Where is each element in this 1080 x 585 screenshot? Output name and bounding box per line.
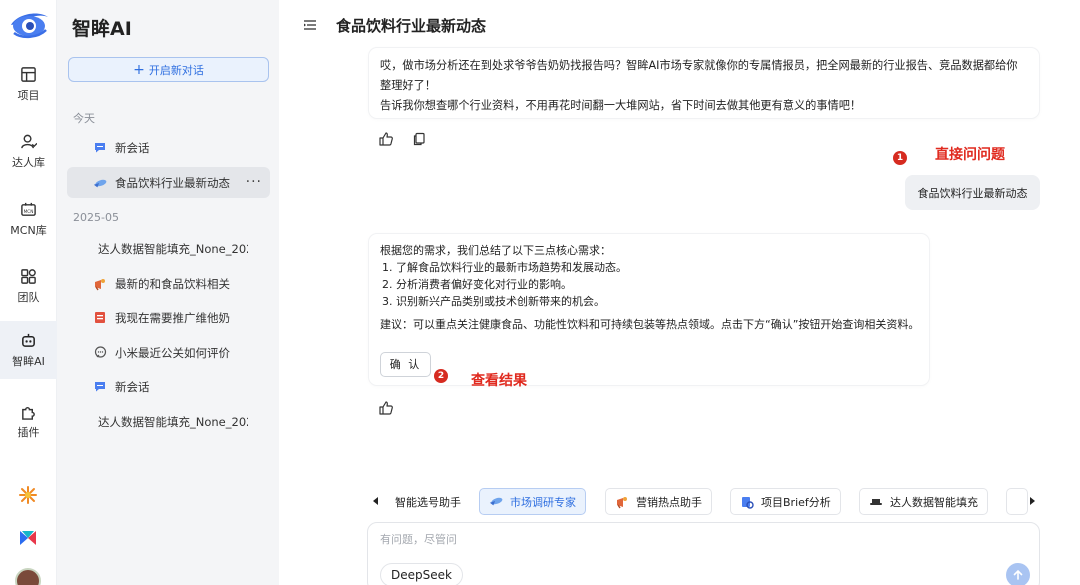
brief-icon [740, 495, 754, 509]
session-item[interactable]: 新会话 [67, 371, 270, 402]
team-icon [21, 268, 36, 284]
spark-app-icon[interactable] [18, 485, 38, 505]
assistant-message: 根据您的需求，我们总结了以下三点核心需求： 1. 了解食品饮料行业的最新市场趋势… [369, 234, 929, 385]
session-item[interactable]: 新会话 [67, 132, 270, 163]
new-chat-button[interactable]: + 开启新对话 [68, 57, 269, 82]
marketing-icon [93, 277, 107, 291]
annotation-label: 直接问问题 [935, 147, 1005, 163]
project-icon [21, 66, 36, 82]
message-text: 告诉我你想查哪个行业资料，不用再花时间翻一大堆网站，省下时间去做其他更有意义的事… [380, 99, 862, 112]
session-title: 我现在需要推广维他奶 [115, 310, 230, 325]
model-selector[interactable]: DeepSeek [380, 563, 463, 585]
rail-item-ai[interactable]: 智眸AI [0, 321, 57, 379]
session-item[interactable]: 最新的和食品饮料相关 [67, 268, 270, 299]
session-title: 新会话 [115, 140, 150, 155]
confirm-button[interactable]: 确 认 [380, 352, 431, 377]
new-chat-label: 开启新对话 [148, 63, 204, 77]
robot-icon [22, 333, 35, 347]
tool-marketing-hotspot[interactable]: 营销热点助手 [605, 488, 712, 515]
research-icon [489, 495, 503, 509]
tool-label: 项目Brief分析 [761, 495, 831, 509]
annotation-label: 查看结果 [471, 373, 527, 389]
annotation-marker: 1 [893, 151, 907, 165]
research-icon [93, 176, 107, 190]
plugin-icon [22, 406, 35, 420]
more-options-icon[interactable]: ··· [246, 174, 262, 190]
thumbs-up-icon[interactable] [379, 132, 393, 146]
chat-bubble-icon [93, 141, 107, 155]
tool-label: 营销热点助手 [636, 495, 702, 509]
tool-label: 智能选号助手 [395, 495, 461, 509]
session-title: 最新的和食品饮料相关 [115, 276, 230, 291]
assistant-message: 哎，做市场分析还在到处求爷爷告奶奶找报告吗？智眸AI市场专家就像你的专属情报员，… [369, 48, 1039, 118]
tool-talent-data-fill[interactable]: 达人数据智能填充 [859, 488, 988, 515]
rail-label: 达人库 [12, 155, 45, 169]
reply-intro: 根据您的需求，我们总结了以下三点核心需求： [380, 244, 611, 257]
outline-menu-icon[interactable] [303, 18, 317, 32]
rail-item-mcn[interactable]: MCN MCN库 [0, 190, 57, 248]
session-title: 新会话 [115, 379, 150, 394]
session-title: 达人数据智能填充_None_202 [98, 414, 248, 429]
assistant-tools-bar: 智能选号助手 市场调研专家 营销热点助手 项目Brief分析 达人数据智能填充 [369, 488, 1039, 515]
tool-label: 市场调研专家 [510, 495, 576, 509]
user-message: 食品饮料行业最新动态 [905, 175, 1040, 210]
comment-icon [93, 346, 107, 360]
session-item[interactable]: 小米最近公关如何评价 [67, 337, 270, 368]
copy-icon[interactable] [412, 132, 426, 146]
page-title: 食品饮料行业最新动态 [336, 17, 487, 35]
colorful-app-icon[interactable] [18, 528, 38, 548]
reply-point: 2. 分析消费者偏好变化对行业的影响。 [382, 278, 572, 291]
model-label: DeepSeek [391, 568, 452, 582]
hat-icon [869, 495, 883, 509]
group-label-today: 今天 [73, 112, 95, 125]
brief-icon [93, 311, 107, 325]
message-text: 哎，做市场分析还在到处求爷爷告奶奶找报告吗？智眸AI市场专家就像你的专属情报员，… [380, 59, 1018, 92]
session-title: 食品饮料行业最新动态 [115, 175, 230, 190]
session-item[interactable]: 我现在需要推广维他奶 [67, 302, 270, 333]
reply-point: 1. 了解食品饮料行业的最新市场趋势和发展动态。 [382, 261, 627, 274]
user-icon [21, 134, 37, 148]
chat-input[interactable] [380, 533, 980, 546]
session-sidebar: 智眸AI + 开启新对话 今天 新会话 食品饮料行业最新动态 ··· 2025-… [57, 0, 279, 585]
rail-label: 项目 [17, 88, 40, 102]
thumbs-up-icon[interactable] [379, 401, 393, 415]
avatar[interactable] [15, 568, 41, 585]
tool-smart-selection[interactable]: 智能选号助手 [385, 488, 471, 515]
group-label-month: 2025-05 [73, 211, 119, 224]
svg-text:MCN: MCN [24, 208, 34, 214]
session-item-active[interactable]: 食品饮料行业最新动态 ··· [67, 167, 270, 198]
tool-label: 达人数据智能填充 [890, 495, 978, 509]
marketing-icon [615, 495, 629, 509]
mcn-icon: MCN [21, 202, 36, 216]
session-item[interactable]: 达人数据智能填充_None_202 [67, 406, 270, 437]
session-title: 小米最近公关如何评价 [115, 345, 230, 360]
annotation-marker: 2 [434, 369, 448, 383]
eye-logo-icon[interactable] [8, 8, 50, 40]
rail-item-team[interactable]: 团队 [0, 257, 57, 315]
rail-label: 智眸AI [12, 354, 45, 368]
rail-label: 团队 [17, 290, 40, 304]
scroll-right-icon[interactable] [1025, 494, 1039, 508]
rail-item-project[interactable]: 项目 [0, 55, 57, 113]
arrow-up-icon [1013, 569, 1023, 580]
chat-input-box: DeepSeek [367, 522, 1040, 585]
session-title: 达人数据智能填充_None_202 [98, 241, 248, 256]
plus-icon: + [133, 61, 145, 78]
tool-brief-analysis[interactable]: 项目Brief分析 [730, 488, 841, 515]
scroll-left-icon[interactable] [369, 494, 383, 508]
brand-title: 智眸AI [72, 18, 132, 40]
tool-market-research[interactable]: 市场调研专家 [479, 488, 586, 515]
send-button[interactable] [1006, 563, 1030, 585]
nav-rail: 项目 达人库 MCN MCN库 团队 智眸AI 插件 [0, 0, 57, 585]
rail-label: 插件 [17, 425, 40, 439]
rail-label: MCN库 [10, 223, 47, 237]
reply-suggestion: 建议：可以重点关注健康食品、功能性饮料和可持续包装等热点领域。点击下方“确认”按… [380, 318, 920, 331]
chat-bubble-icon [93, 380, 107, 394]
reply-point: 3. 识别新兴产品类别或技术创新带来的机会。 [382, 295, 605, 308]
user-message-text: 食品饮料行业最新动态 [917, 186, 1028, 200]
chat-main: 食品饮料行业最新动态 哎，做市场分析还在到处求爷爷告奶奶找报告吗？智眸AI市场专… [279, 0, 1080, 585]
session-item[interactable]: 达人数据智能填充_None_202 [67, 233, 270, 264]
rail-item-plugin[interactable]: 插件 [0, 392, 57, 450]
rail-item-talent[interactable]: 达人库 [0, 122, 57, 180]
